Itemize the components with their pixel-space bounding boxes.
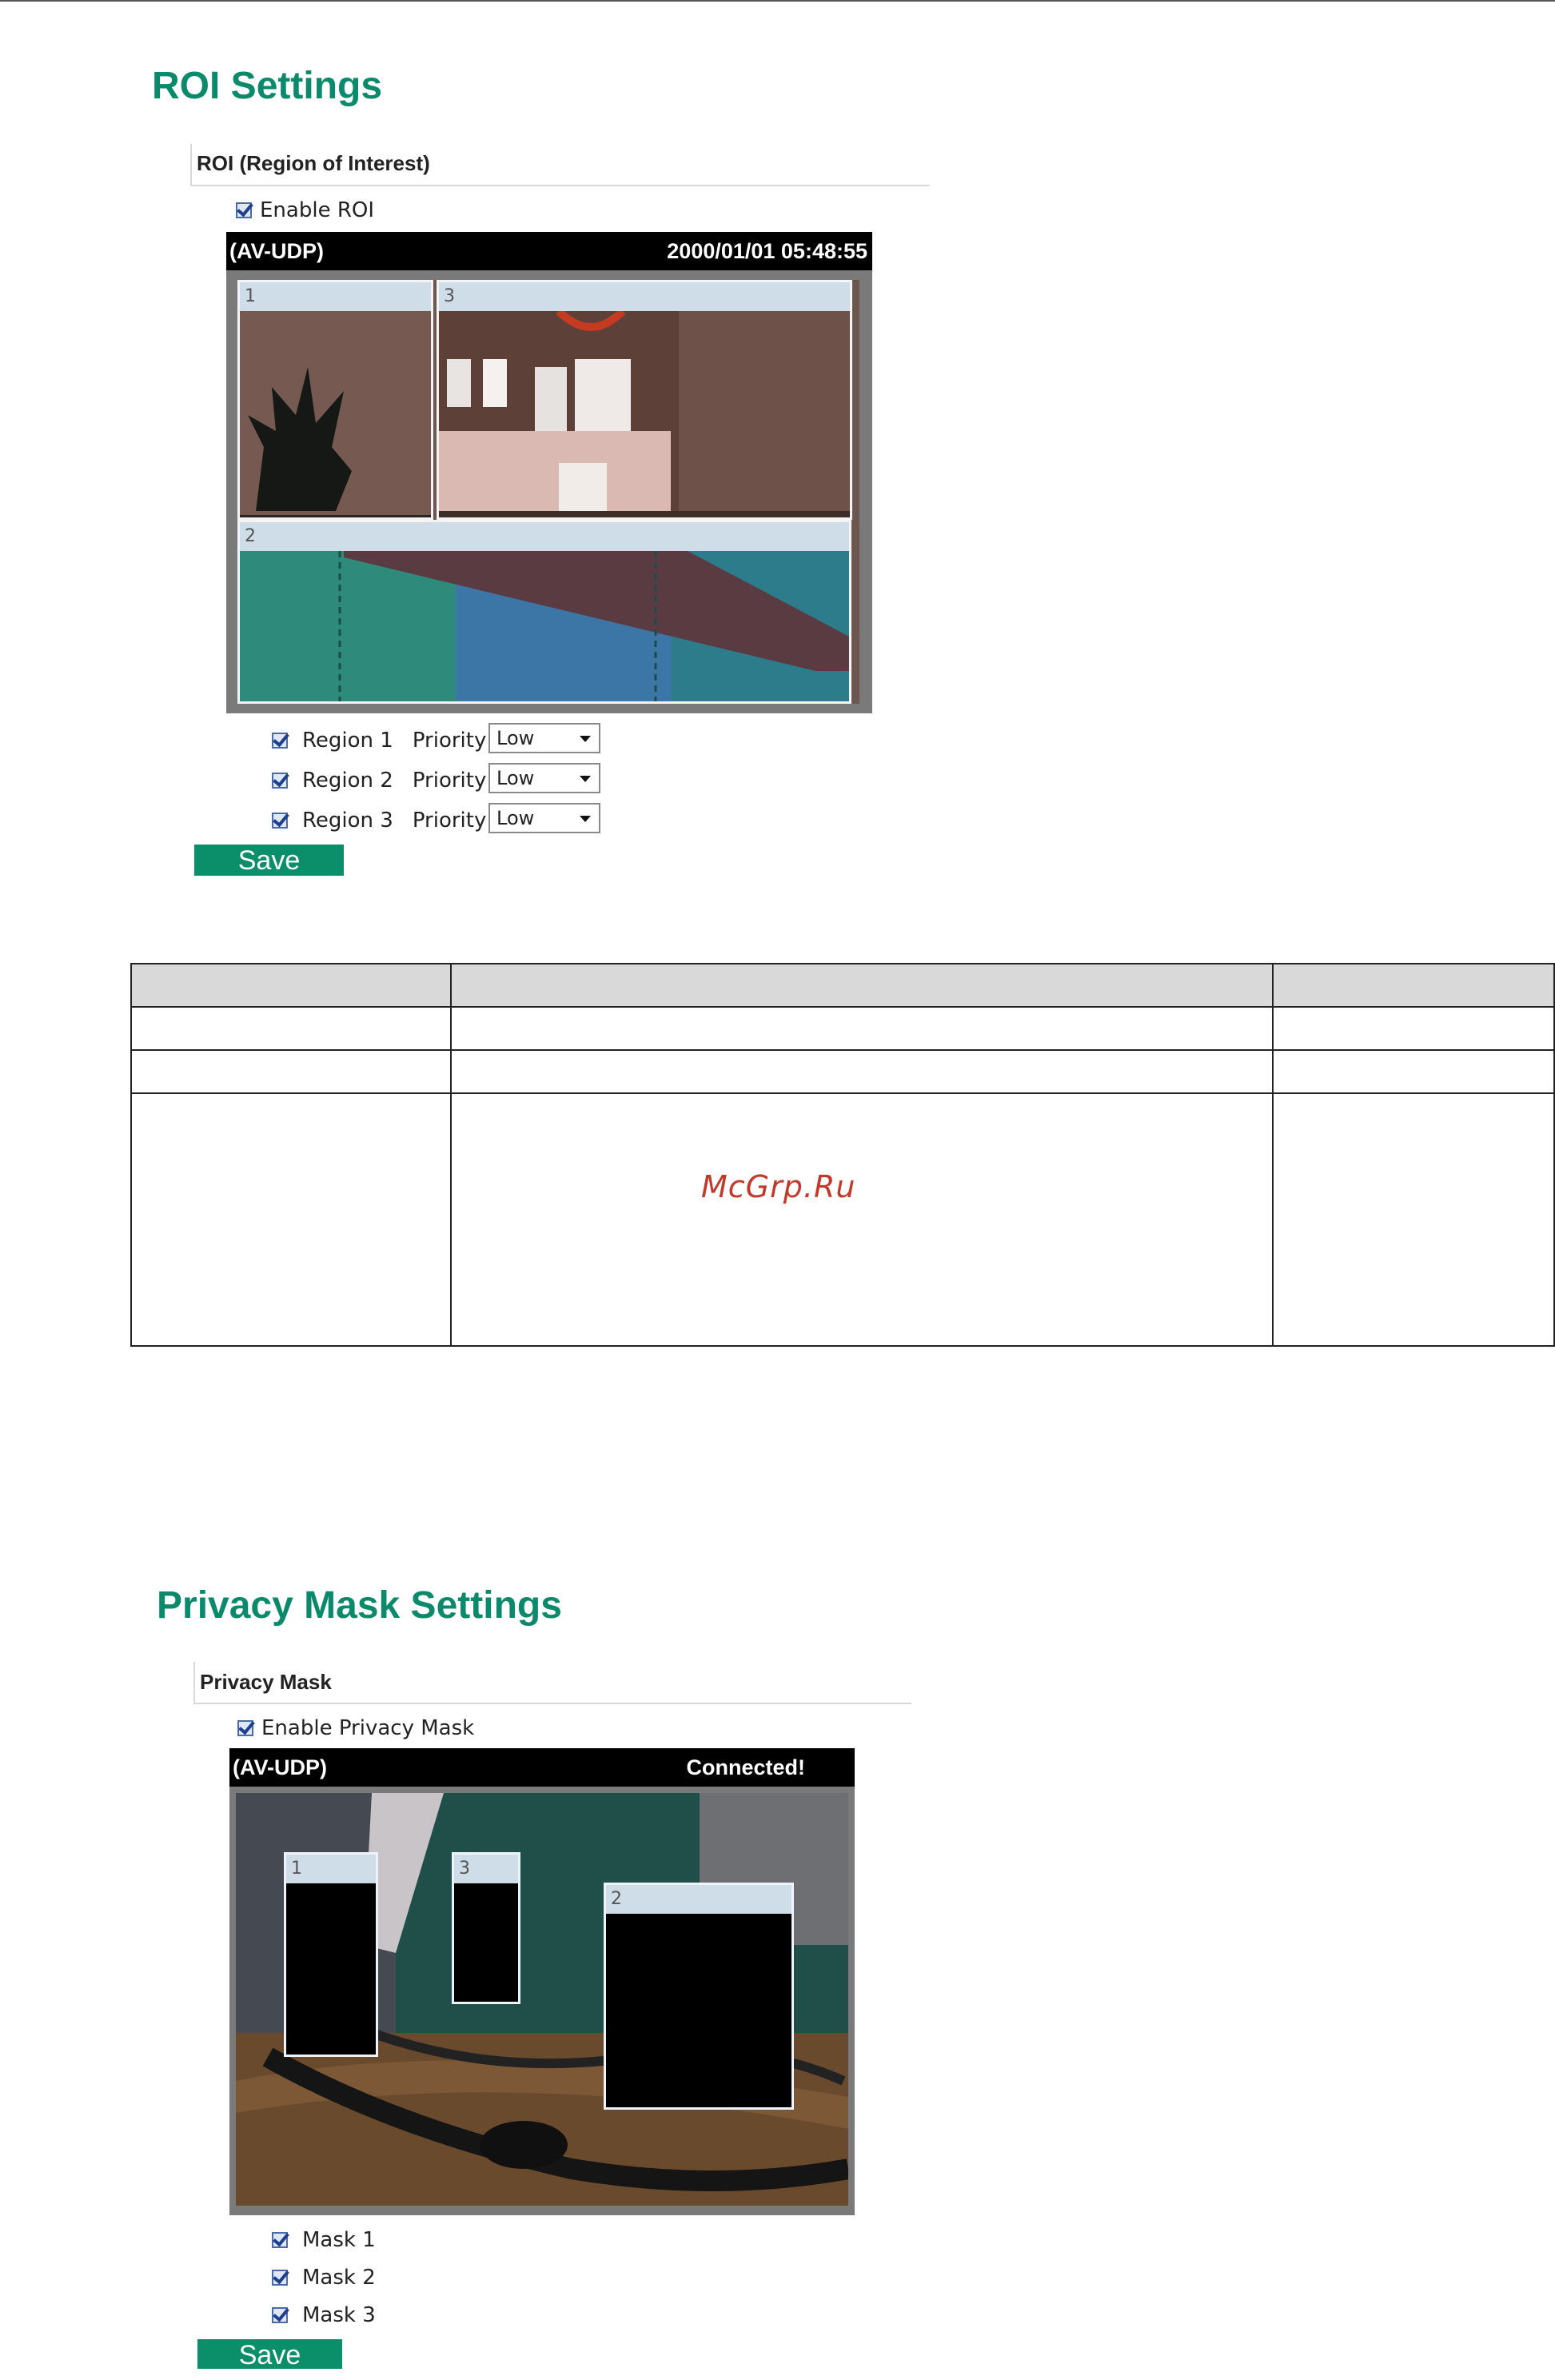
mask-row-2: Mask 2 — [272, 2266, 376, 2290]
privacy-mask-2[interactable]: 2 — [604, 1883, 794, 2110]
enable-roi-checkbox[interactable] — [236, 202, 252, 218]
mask-2-checkbox[interactable] — [272, 2270, 288, 2286]
region-3-label: Region 3 — [302, 809, 393, 833]
roi-video-source: (AV-UDP) — [229, 239, 324, 263]
parameter-table — [130, 963, 1555, 1347]
mask-1-checkbox[interactable] — [272, 2232, 288, 2248]
privacy-video-status: Connected! — [686, 1755, 806, 1779]
table-cell — [130, 1049, 452, 1094]
enable-roi-label: Enable ROI — [260, 198, 375, 222]
table-cell — [1272, 1049, 1555, 1094]
table-cell — [1272, 1006, 1555, 1051]
table-header-row — [130, 963, 1555, 1008]
mask-3-checkbox[interactable] — [272, 2307, 288, 2323]
table-cell — [130, 1006, 452, 1051]
region-row-1: Region 1 Priority — [272, 729, 486, 753]
roi-page-title: ROI Settings — [152, 65, 383, 107]
privacy-save-button[interactable]: Save — [197, 2339, 342, 2370]
privacy-mask-1-header: 1 — [286, 1855, 376, 1883]
privacy-video-source: (AV-UDP) — [233, 1755, 327, 1779]
region-2-checkbox[interactable] — [272, 773, 288, 789]
privacy-fieldset-border — [193, 1662, 195, 1703]
table-cell — [450, 1092, 1274, 1347]
roi-region-2[interactable]: 2 — [237, 520, 851, 704]
roi-video-status-bar: (AV-UDP) 2000/01/01 05:48:55 — [226, 232, 872, 270]
roi-video-viewer[interactable]: (AV-UDP) 2000/01/01 05:48:55 1 3 2 — [226, 232, 872, 713]
enable-privacy-mask-row[interactable]: Enable Privacy Mask — [237, 1716, 474, 1740]
roi-region-1-header: 1 — [240, 282, 431, 311]
roi-region-1[interactable]: 1 — [237, 280, 433, 520]
roi-region-3[interactable]: 3 — [437, 280, 852, 520]
mask-3-label: Mask 3 — [302, 2303, 376, 2327]
privacy-mask-3-header: 3 — [454, 1855, 518, 1883]
region-1-priority-select[interactable]: Low — [488, 723, 600, 753]
roi-region-2-header: 2 — [240, 522, 849, 551]
region-2-priority-label: Priority — [412, 769, 487, 793]
privacy-mask-1[interactable]: 1 — [284, 1852, 378, 2057]
table-header-cell — [130, 963, 452, 1008]
table-row — [130, 1006, 1555, 1051]
table-row — [130, 1092, 1555, 1347]
region-row-3: Region 3 Priority — [272, 809, 486, 833]
privacy-mask-2-header: 2 — [606, 1885, 791, 1914]
region-2-priority-select[interactable]: Low — [488, 763, 600, 793]
mask-1-label: Mask 1 — [302, 2228, 376, 2252]
region-3-priority-label: Priority — [412, 809, 487, 833]
region-3-checkbox[interactable] — [272, 813, 288, 829]
table-header-cell — [1272, 963, 1555, 1008]
mask-row-1: Mask 1 — [272, 2228, 376, 2252]
enable-privacy-mask-checkbox[interactable] — [237, 1720, 253, 1736]
privacy-fieldset-legend: Privacy Mask — [200, 1670, 332, 1694]
region-2-label: Region 2 — [302, 769, 393, 793]
table-row — [130, 1049, 1555, 1094]
table-cell — [450, 1006, 1274, 1051]
page-top-rule — [0, 0, 1555, 2]
roi-region-3-header: 3 — [439, 282, 850, 311]
table-header-cell — [450, 963, 1274, 1008]
privacy-mask-3[interactable]: 3 — [452, 1852, 520, 2004]
roi-save-button[interactable]: Save — [194, 845, 344, 876]
watermark-text: McGrp.Ru — [701, 1169, 856, 1204]
region-1-priority-label: Priority — [412, 729, 487, 753]
roi-region-1-image — [240, 311, 431, 517]
mask-row-3: Mask 3 — [272, 2303, 376, 2327]
region-1-checkbox[interactable] — [272, 733, 288, 749]
table-cell — [130, 1092, 452, 1347]
table-cell — [450, 1049, 1274, 1094]
roi-video-timestamp: 2000/01/01 05:48:55 — [667, 239, 867, 263]
region-1-label: Region 1 — [302, 729, 393, 753]
roi-fieldset-border — [190, 144, 192, 186]
privacy-video-viewer[interactable]: (AV-UDP) Connected! 1 3 2 — [229, 1748, 855, 2215]
enable-privacy-mask-label: Enable Privacy Mask — [261, 1716, 475, 1740]
roi-fieldset-legend: ROI (Region of Interest) — [197, 151, 430, 175]
region-3-priority-select[interactable]: Low — [488, 803, 600, 833]
privacy-page-title: Privacy Mask Settings — [157, 1584, 562, 1627]
privacy-video-status-bar: (AV-UDP) Connected! — [229, 1748, 855, 1787]
table-cell — [1272, 1092, 1555, 1347]
enable-roi-row[interactable]: Enable ROI — [236, 198, 374, 222]
roi-legend-rule — [190, 185, 930, 186]
mask-2-label: Mask 2 — [302, 2266, 376, 2290]
roi-region-2-image — [240, 551, 849, 701]
privacy-legend-rule — [193, 1703, 911, 1704]
region-row-2: Region 2 Priority — [272, 769, 486, 793]
roi-region-3-image — [439, 311, 850, 517]
